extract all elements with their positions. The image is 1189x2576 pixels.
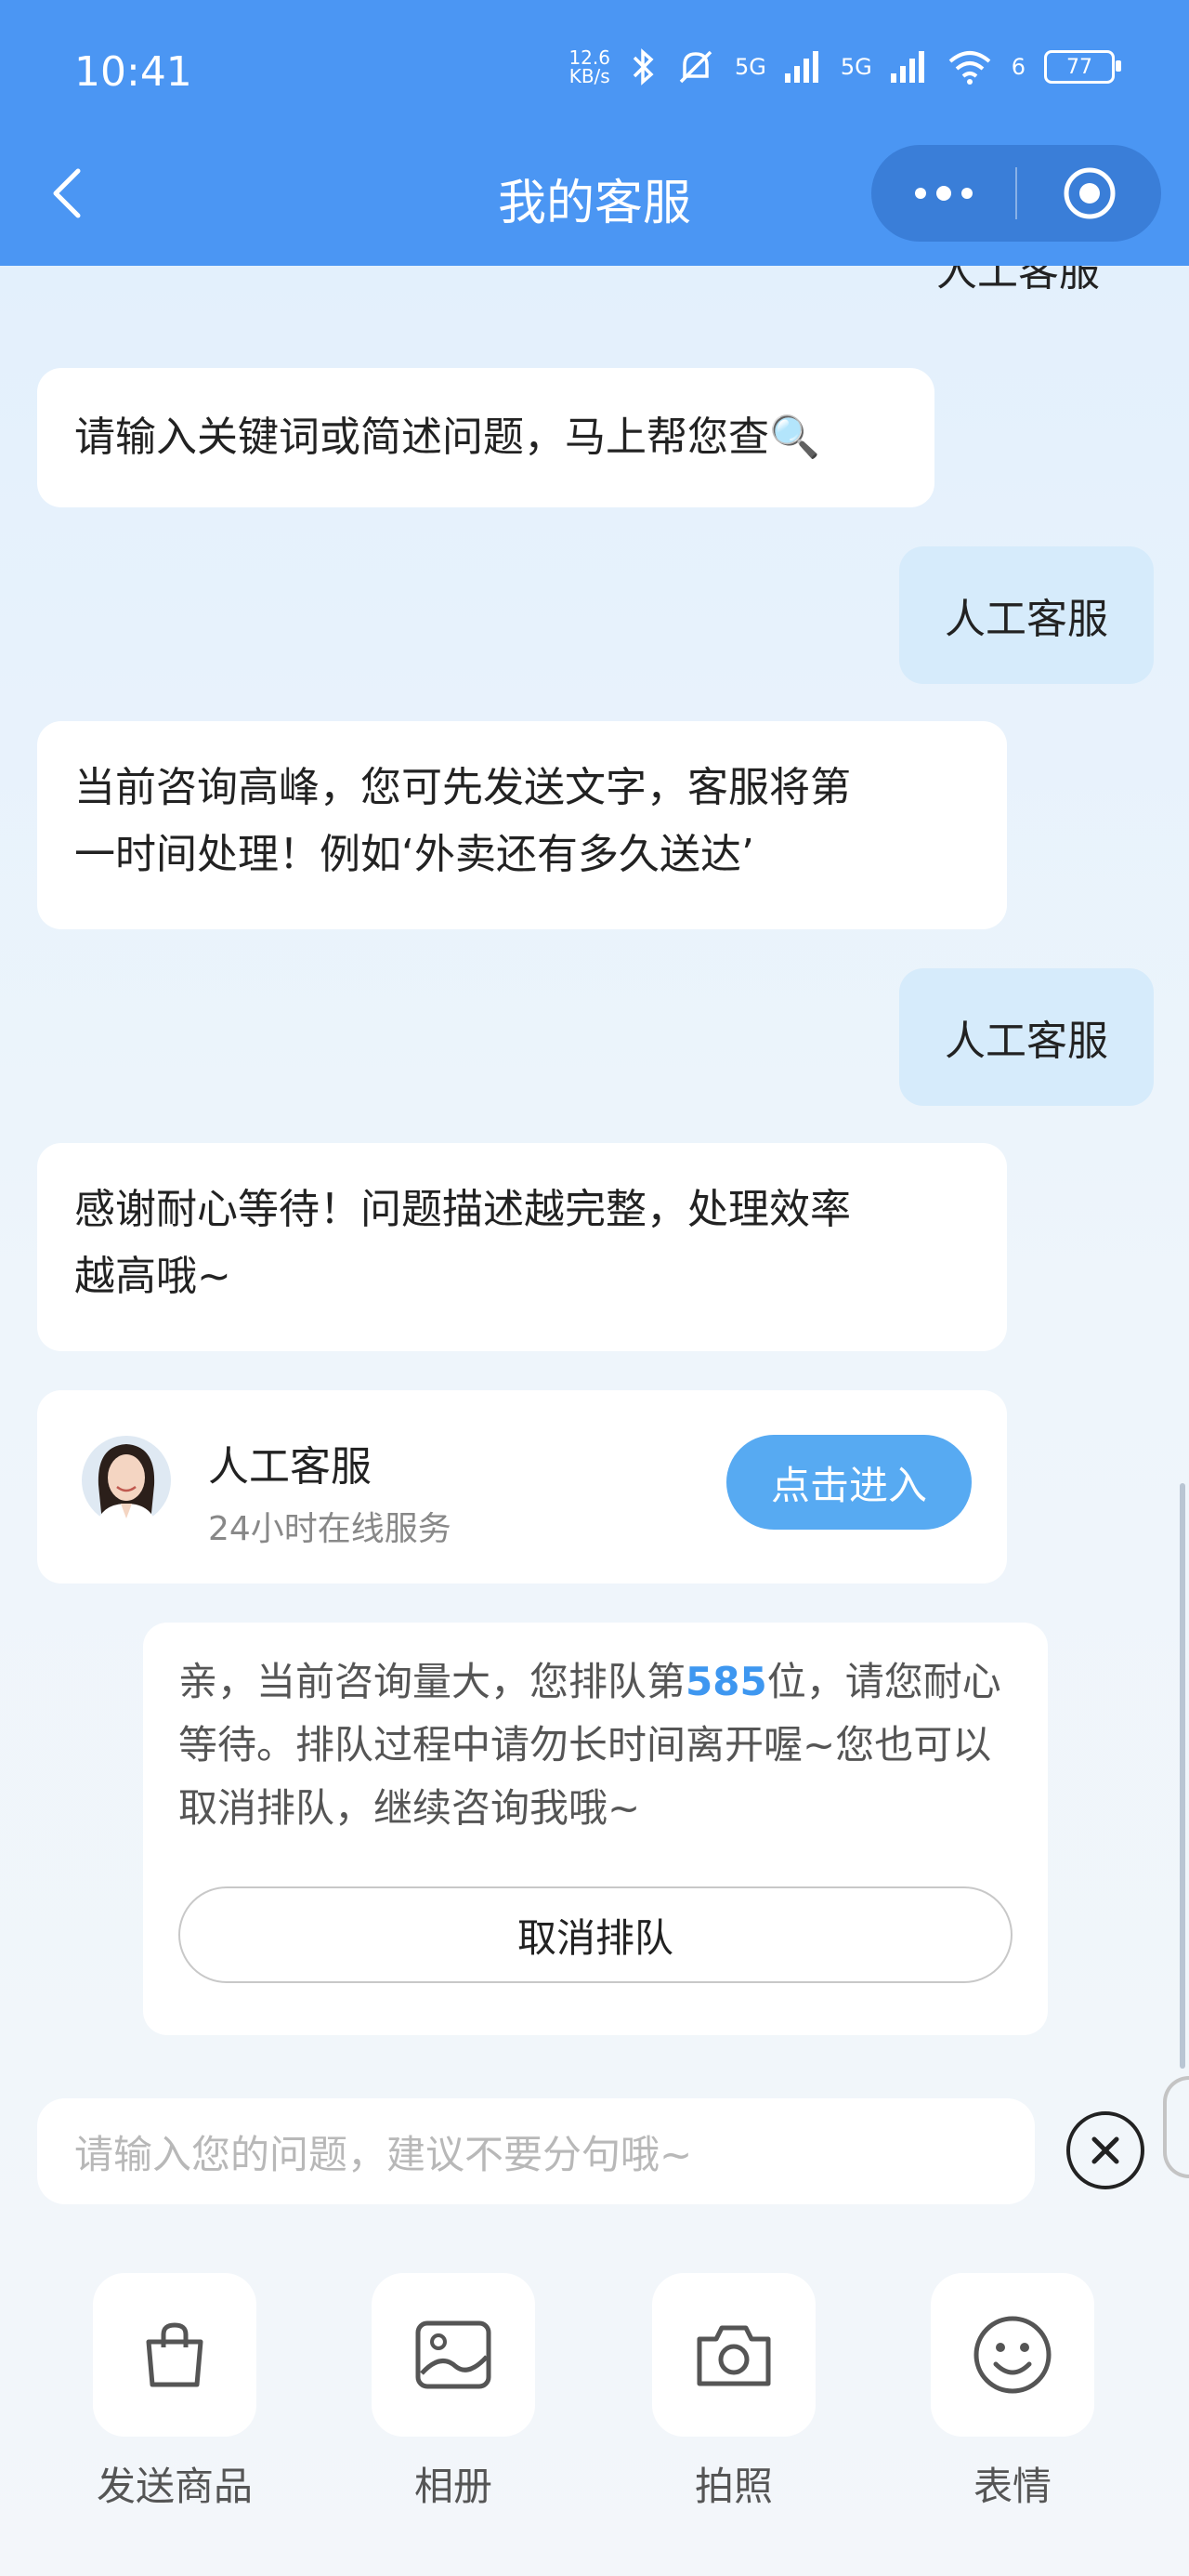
bluetooth-icon <box>633 48 654 85</box>
tool-send-goods[interactable]: 发送商品 <box>93 2273 256 2512</box>
bot-message-line: 一时间处理！例如‘外卖还有多久送达’ <box>74 831 754 878</box>
chat-area[interactable]: 人工客服 请输入关键词或简述问题，马上帮您查🔍 人工客服 当前咨询高峰，您可先发… <box>0 266 1189 2576</box>
enter-chat-button[interactable]: 点击进入 <box>726 1435 972 1530</box>
tool-label: 表情 <box>973 2464 1052 2509</box>
cancel-queue-button[interactable]: 取消排队 <box>178 1886 1013 1983</box>
wifi-icon <box>948 51 991 85</box>
more-button[interactable] <box>871 145 1015 242</box>
avatar <box>82 1436 171 1531</box>
queue-message: 亲，当前咨询量大，您排队第585位，请您耐心等待。排队过程中请勿长时间离开喔~您… <box>178 1650 1014 1840</box>
tool-label: 相册 <box>413 2464 492 2509</box>
net-speed: 12.6 KB/s <box>568 48 610 85</box>
image-icon <box>415 2320 491 2389</box>
side-handle[interactable] <box>1163 2076 1189 2178</box>
net-speed-value: 12.6 <box>568 46 610 69</box>
signal-bars-icon <box>890 51 924 83</box>
user-message-text: 人工客服 <box>945 596 1108 643</box>
shopping-bag-icon <box>146 2322 203 2387</box>
more-dots-icon <box>914 186 973 201</box>
close-program-button[interactable] <box>1017 145 1161 242</box>
user-message: 人工客服 <box>899 968 1154 1106</box>
smiley-icon <box>973 2316 1052 2394</box>
queue-card: 亲，当前咨询量大，您排队第585位，请您耐心等待。排队过程中请勿长时间离开喔~您… <box>143 1623 1048 2035</box>
status-bar: 10:41 12.6 KB/s 5G 5G 6 77 <box>0 0 1189 149</box>
wifi-number: 6 <box>1011 54 1026 80</box>
status-time: 10:41 <box>74 48 192 96</box>
tool-box <box>372 2273 535 2437</box>
bot-message-line: 当前咨询高峰，您可先发送文字，客服将第 <box>74 764 851 811</box>
net-speed-unit: KB/s <box>568 65 610 87</box>
close-keyboard-button[interactable] <box>1066 2111 1144 2189</box>
signal-5g-2: 5G <box>840 54 872 80</box>
question-input[interactable]: 请输入您的问题，建议不要分句哦~ <box>37 2098 1035 2204</box>
bot-message: 感谢耐心等待！问题描述越完整，处理效率 越高哦~ <box>37 1143 1007 1351</box>
agent-card: 人工客服 24小时在线服务 点击进入 <box>37 1390 1007 1584</box>
user-message-cutoff: 人工客服 <box>936 266 1100 296</box>
bot-message-text: 请输入关键词或简述问题，马上帮您查🔍 <box>74 414 820 461</box>
agent-subtitle: 24小时在线服务 <box>208 1510 451 1548</box>
bot-message-line: 越高哦~ <box>74 1253 231 1300</box>
tool-album[interactable]: 相册 <box>372 2273 535 2512</box>
user-message-text: 人工客服 <box>945 1018 1108 1065</box>
bot-message: 当前咨询高峰，您可先发送文字，客服将第 一时间处理！例如‘外卖还有多久送达’ <box>37 721 1007 929</box>
toolbar: 发送商品 相册 拍照 表情 <box>0 2273 1189 2509</box>
agent-name: 人工客服 <box>208 1443 372 1491</box>
bot-message-line: 感谢耐心等待！问题描述越完整，处理效率 <box>74 1186 851 1233</box>
status-icons: 12.6 KB/s 5G 5G 6 77 <box>568 48 1121 85</box>
tool-label: 发送商品 <box>96 2464 253 2509</box>
camera-icon <box>697 2325 771 2386</box>
tool-box <box>931 2273 1094 2437</box>
tool-box <box>93 2273 256 2437</box>
target-icon <box>1064 167 1115 219</box>
tool-emoji[interactable]: 表情 <box>931 2273 1094 2512</box>
tool-label: 拍照 <box>694 2464 773 2509</box>
signal-bars-icon <box>784 51 818 83</box>
queue-text-before: 亲，当前咨询量大，您排队第 <box>178 1659 686 1704</box>
user-message: 人工客服 <box>899 546 1154 684</box>
queue-position: 585 <box>686 1659 767 1704</box>
battery-level: 77 <box>1066 55 1092 79</box>
input-placeholder: 请输入您的问题，建议不要分句哦~ <box>74 2131 693 2177</box>
tool-camera[interactable]: 拍照 <box>652 2273 816 2512</box>
mute-bell-icon <box>679 50 712 84</box>
signal-5g-1: 5G <box>734 54 766 80</box>
bot-message: 请输入关键词或简述问题，马上帮您查🔍 <box>37 368 934 507</box>
scrollbar[interactable] <box>1180 1483 1185 2069</box>
battery-icon: 77 <box>1044 50 1121 84</box>
mini-program-capsule <box>871 145 1161 242</box>
close-icon <box>1091 2136 1119 2164</box>
tool-box <box>652 2273 816 2437</box>
